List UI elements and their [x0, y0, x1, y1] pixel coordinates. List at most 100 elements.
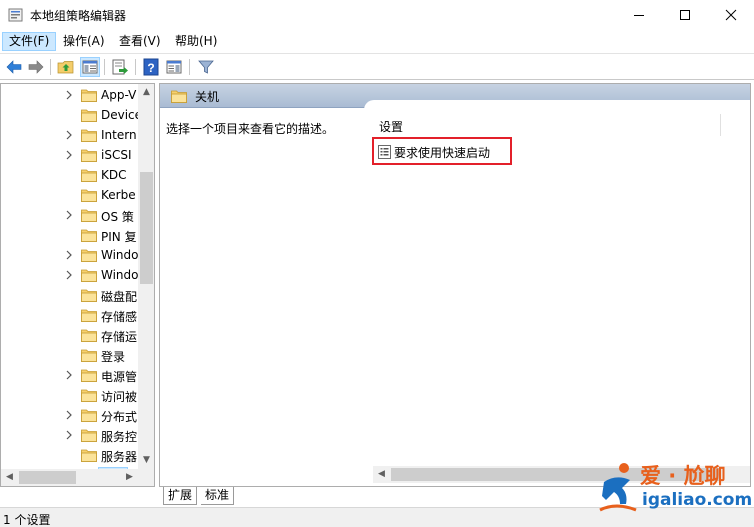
toolbar: ? — [0, 53, 754, 80]
help-icon[interactable]: ? — [142, 58, 160, 76]
tree-item[interactable]: App-V — [1, 85, 138, 105]
chevron-right-icon[interactable] — [65, 130, 73, 140]
tree-item-label: Windo — [101, 268, 139, 282]
back-icon[interactable] — [5, 58, 23, 76]
tree-horizontal-scrollbar[interactable]: ◀ ▶ — [1, 469, 138, 486]
folder-icon — [81, 249, 97, 262]
folder-icon — [81, 449, 97, 462]
details-header-title: 关机 — [195, 90, 220, 104]
tree-item[interactable]: 存储感 — [1, 305, 138, 325]
folder-icon — [81, 429, 97, 442]
scroll-up-arrow-icon[interactable]: ▲ — [138, 84, 154, 101]
tree-item-label: OS 策 — [101, 210, 134, 224]
folder-icon — [81, 109, 97, 122]
tree-item-label: 存储感 — [101, 310, 138, 324]
minimize-icon — [634, 15, 644, 16]
chevron-right-icon[interactable] — [65, 210, 73, 220]
menu-view[interactable]: 查看(V) — [113, 32, 167, 51]
tree-item-label: 电源管 — [101, 370, 138, 384]
tree-item-label: KDC — [101, 168, 127, 182]
tree-item[interactable]: 存储运 — [1, 325, 138, 345]
menu-help[interactable]: 帮助(H) — [169, 32, 223, 51]
folder-icon — [81, 129, 97, 142]
tree-item[interactable]: iSCSI — [1, 145, 138, 165]
show-hide-action-pane-icon[interactable] — [165, 58, 183, 76]
filter-icon[interactable] — [197, 58, 215, 76]
folder-icon — [81, 209, 97, 222]
group-policy-app-icon — [8, 8, 23, 22]
tree-item-label: iSCSI — [101, 148, 132, 162]
tree-item-label: Intern — [101, 128, 137, 142]
tree-item[interactable]: 分布式 — [1, 405, 138, 425]
show-hide-tree-icon[interactable] — [80, 57, 100, 77]
maximize-button[interactable] — [662, 0, 708, 30]
chevron-right-icon[interactable] — [65, 90, 73, 100]
export-list-icon[interactable] — [111, 58, 129, 76]
tree-item[interactable]: 磁盘配 — [1, 285, 138, 305]
setting-require-fast-startup[interactable]: 要求使用快速启动 — [372, 137, 512, 165]
tree-item[interactable]: 服务控 — [1, 425, 138, 445]
chevron-right-icon[interactable] — [65, 270, 73, 280]
tree-scroll-thumb[interactable] — [140, 172, 153, 284]
tree-item[interactable]: PIN 复 — [1, 225, 138, 245]
column-header-setting[interactable]: 设置 — [379, 118, 403, 135]
policy-tree: App-V Device Intern iSCSI KDC Kerbe OS 策 PIN 复 W… — [0, 83, 155, 487]
watermark-title: 爱 · 尬聊 — [640, 464, 726, 488]
tree-item[interactable]: Kerbe — [1, 185, 138, 205]
tree-item-label: 服务器 — [101, 450, 138, 464]
folder-icon — [81, 149, 97, 162]
chevron-right-icon[interactable] — [65, 410, 73, 420]
title-bar: 本地组策略编辑器 — [0, 0, 754, 30]
policy-setting-icon — [378, 145, 391, 159]
minimize-button[interactable] — [616, 0, 662, 30]
settings-list: 设置 要求使用快速启动 — [364, 100, 750, 470]
tree-item-label: 访问被 — [101, 390, 138, 404]
tree-item[interactable]: 登录 — [1, 345, 138, 365]
tree-item[interactable]: OS 策 — [1, 205, 138, 225]
chevron-right-icon[interactable] — [65, 150, 73, 160]
tree-item[interactable]: Windo — [1, 245, 139, 265]
up-folder-icon[interactable] — [57, 58, 75, 76]
chevron-right-icon[interactable] — [65, 370, 73, 380]
menu-bar: 文件(F) 操作(A) 查看(V) 帮助(H) — [0, 30, 754, 52]
tree-item[interactable]: 服务器 — [1, 445, 138, 465]
folder-icon — [81, 189, 97, 202]
tree-item-label: Windo — [101, 248, 139, 262]
scroll-down-arrow-icon[interactable]: ▼ — [138, 452, 154, 469]
folder-icon — [81, 369, 97, 382]
tree-item[interactable]: Windo — [1, 265, 139, 285]
folder-icon — [81, 89, 97, 102]
folder-icon — [81, 349, 97, 362]
tree-item-label: PIN 复 — [101, 230, 137, 244]
tree-item[interactable]: Intern — [1, 125, 138, 145]
tab-standard[interactable]: 标准 — [201, 487, 235, 505]
menu-action[interactable]: 操作(A) — [57, 32, 111, 51]
tree-hscroll-thumb[interactable] — [19, 471, 76, 484]
tree-item[interactable]: 访问被 — [1, 385, 138, 405]
close-button[interactable] — [708, 0, 754, 30]
chevron-right-icon[interactable] — [65, 250, 73, 260]
scrollbar-corner — [138, 469, 154, 486]
tree-item-label: 磁盘配 — [101, 290, 138, 304]
scroll-right-arrow-icon[interactable]: ▶ — [121, 469, 138, 486]
folder-icon — [171, 90, 187, 103]
folder-icon — [81, 229, 97, 242]
close-icon — [725, 9, 737, 21]
scroll-left-arrow-icon[interactable]: ◀ — [373, 466, 390, 483]
folder-icon — [81, 269, 97, 282]
tree-item[interactable]: KDC — [1, 165, 138, 185]
scroll-left-arrow-icon[interactable]: ◀ — [1, 469, 18, 486]
tree-vertical-scrollbar[interactable]: ▲ ▼ — [138, 84, 154, 469]
folder-icon — [81, 409, 97, 422]
watermark-logo-icon — [599, 463, 637, 512]
tree-item[interactable]: Device — [1, 105, 142, 125]
watermark: 爱 · 尬聊 igaliao.com — [596, 458, 752, 520]
tab-extended[interactable]: 扩展 — [163, 487, 198, 505]
chevron-right-icon[interactable] — [65, 430, 73, 440]
folder-icon — [81, 169, 97, 182]
tree-item-label: 登录 — [101, 350, 126, 364]
menu-file[interactable]: 文件(F) — [2, 32, 57, 51]
maximize-icon — [680, 10, 690, 20]
forward-icon[interactable] — [27, 58, 45, 76]
tree-item[interactable]: 电源管 — [1, 365, 138, 385]
